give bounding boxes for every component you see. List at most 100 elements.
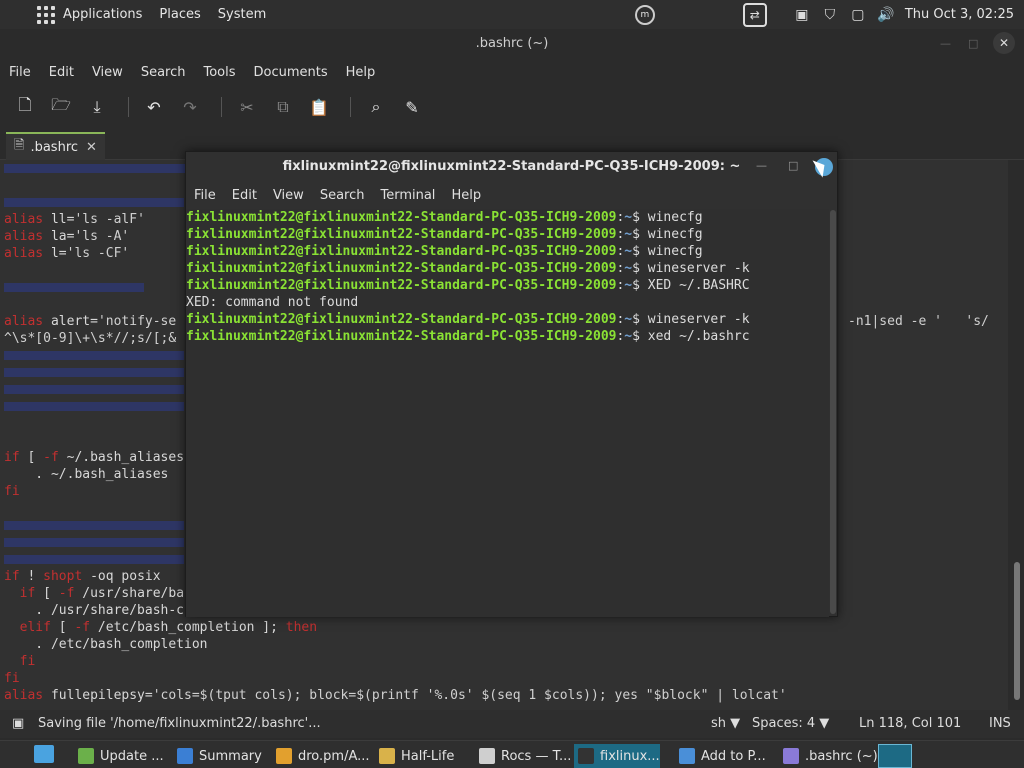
terminal-maximize-button[interactable]: □ xyxy=(788,159,798,172)
terminal-command: wineserver -k xyxy=(647,312,750,327)
editor-scrollbar[interactable] xyxy=(1010,160,1024,710)
terminal-command: winecfg xyxy=(647,244,703,259)
indent-selector[interactable]: Spaces: 4 ▼ xyxy=(752,716,829,731)
language-selector[interactable]: sh ▼ xyxy=(711,716,740,731)
code-token: ! xyxy=(19,569,44,584)
taskbar-item-label: Rocs — T... xyxy=(501,748,572,764)
language-label: sh xyxy=(711,716,727,731)
terminal-scrollbar[interactable] xyxy=(830,210,836,614)
terminal-line: fixlinuxmint22@fixlinuxmint22-Standard-P… xyxy=(186,329,750,344)
terminal-title: fixlinuxmint22@fixlinuxmint22-Standard-P… xyxy=(282,159,741,174)
close-button[interactable]: ✕ xyxy=(993,32,1015,54)
sidebar-toggle-icon[interactable]: ▣ xyxy=(12,716,24,731)
copy-icon[interactable]: ⧉ xyxy=(268,92,298,122)
menu-applications[interactable]: Applications xyxy=(63,7,142,22)
taskbar-item[interactable]: .bashrc (~) xyxy=(779,744,878,768)
cut-icon[interactable]: ✂ xyxy=(232,92,262,122)
code-line: if ! shopt -oq posix xyxy=(4,568,161,585)
code-line: if [ -f /usr/share/ba xyxy=(4,585,184,602)
app-icon xyxy=(479,748,495,764)
screen-share-icon[interactable]: ⇄ xyxy=(742,2,767,27)
terminal-minimize-button[interactable]: — xyxy=(756,159,767,172)
terminal-menu-help[interactable]: Help xyxy=(451,188,481,203)
terminal-prompt: fixlinuxmint22@fixlinuxmint22-Standard-P… xyxy=(186,227,617,242)
terminal-output[interactable]: fixlinuxmint22@fixlinuxmint22-Standard-P… xyxy=(186,209,829,617)
terminal-menu-terminal[interactable]: Terminal xyxy=(380,188,435,203)
code-token: alias xyxy=(4,688,44,703)
maximize-button[interactable]: □ xyxy=(968,37,978,50)
toolbar-separator xyxy=(128,97,129,117)
replace-icon[interactable]: ✎ xyxy=(397,92,427,122)
volume-icon[interactable]: 🔊 xyxy=(877,6,895,24)
cursor-position: Ln 118, Col 101 xyxy=(859,716,962,731)
tab-label: .bashrc xyxy=(30,139,79,155)
tab-bashrc[interactable]: 🗎 .bashrc ✕ xyxy=(6,132,105,160)
terminal-menu-search[interactable]: Search xyxy=(320,188,365,203)
clock[interactable]: Thu Oct 3, 02:25 xyxy=(905,7,1014,22)
paste-icon[interactable]: 📋 xyxy=(304,92,334,122)
code-token: alias xyxy=(4,314,44,329)
undo-icon[interactable]: ↶ xyxy=(139,92,169,122)
menu-help[interactable]: Help xyxy=(346,65,376,80)
code-token: elif xyxy=(4,620,51,635)
taskbar-item-label: fixlinux... xyxy=(600,748,660,764)
menu-edit[interactable]: Edit xyxy=(49,65,74,80)
app-icon xyxy=(578,748,594,764)
close-tab-icon[interactable]: ✕ xyxy=(86,140,97,155)
shield-icon[interactable]: ⛉ xyxy=(821,6,839,24)
menu-documents[interactable]: Documents xyxy=(254,65,328,80)
menu-system[interactable]: System xyxy=(218,7,266,22)
taskbar-item-label: dro.pm/A... xyxy=(298,748,370,764)
app-icon xyxy=(679,748,695,764)
menu-file[interactable]: File xyxy=(9,65,31,80)
code-token: if xyxy=(4,586,36,601)
taskbar-item[interactable]: Half-Life xyxy=(375,744,454,768)
open-file-icon[interactable]: 🗁 xyxy=(46,92,76,122)
code-line-fragment: -n1|sed -e ' 's/ xyxy=(848,314,989,329)
taskbar-item[interactable]: fixlinux... xyxy=(574,744,660,768)
new-document-icon[interactable]: 🗋 xyxy=(10,92,40,122)
menu-places[interactable]: Places xyxy=(159,7,200,22)
scrollbar-thumb[interactable] xyxy=(1014,562,1020,700)
insert-mode[interactable]: INS xyxy=(989,716,1011,731)
app-icon xyxy=(379,748,395,764)
code-token: alias xyxy=(4,212,44,227)
code-token: ~/.bash_aliases xyxy=(50,467,169,482)
menu-view[interactable]: View xyxy=(92,65,123,80)
search-icon[interactable]: ⌕ xyxy=(361,92,391,122)
taskbar-item[interactable]: Update ... xyxy=(74,744,164,768)
workspace-switcher[interactable] xyxy=(878,744,912,768)
window-icon[interactable]: ▢ xyxy=(849,6,867,24)
terminal-menu-edit[interactable]: Edit xyxy=(232,188,257,203)
comment-line xyxy=(4,402,184,411)
taskbar-item[interactable]: Add to P... xyxy=(675,744,766,768)
code-token: /usr/share/ba xyxy=(74,586,185,601)
terminal-prompt: fixlinuxmint22@fixlinuxmint22-Standard-P… xyxy=(186,261,617,276)
terminal-prompt: fixlinuxmint22@fixlinuxmint22-Standard-P… xyxy=(186,278,617,293)
taskbar-item[interactable]: dro.pm/A... xyxy=(272,744,370,768)
taskbar: Update ... Summary dro.pm/A... Half-Life Roc… xyxy=(0,740,1024,768)
mint-logo-icon[interactable]: m xyxy=(634,4,655,25)
minimize-button[interactable]: — xyxy=(940,37,951,50)
terminal-line: fixlinuxmint22@fixlinuxmint22-Standard-P… xyxy=(186,278,750,293)
comment-line xyxy=(4,283,144,292)
code-token: alert= xyxy=(43,314,98,329)
terminal-prompt: fixlinuxmint22@fixlinuxmint22-Standard-P… xyxy=(186,244,617,259)
terminal-menu-file[interactable]: File xyxy=(194,188,216,203)
applications-grid-icon[interactable] xyxy=(37,5,55,24)
menu-search[interactable]: Search xyxy=(141,65,186,80)
comment-line xyxy=(4,385,184,394)
terminal-menu-view[interactable]: View xyxy=(273,188,304,203)
clipboard-icon[interactable]: ▣ xyxy=(793,6,811,24)
terminal-command: xed ~/.bashrc xyxy=(647,329,750,344)
code-token: -oq posix xyxy=(82,569,161,584)
code-line: . /usr/share/bash-c xyxy=(4,602,184,619)
redo-icon[interactable]: ↷ xyxy=(175,92,205,122)
indent-label: Spaces: 4 xyxy=(752,716,816,731)
terminal-window[interactable]: fixlinuxmint22@fixlinuxmint22-Standard-P… xyxy=(185,151,838,617)
show-desktop-icon[interactable] xyxy=(34,745,54,763)
taskbar-item[interactable]: Rocs — T... xyxy=(475,744,571,768)
menu-tools[interactable]: Tools xyxy=(203,65,235,80)
save-icon[interactable]: ⤓ xyxy=(82,92,112,122)
taskbar-item[interactable]: Summary xyxy=(173,744,262,768)
